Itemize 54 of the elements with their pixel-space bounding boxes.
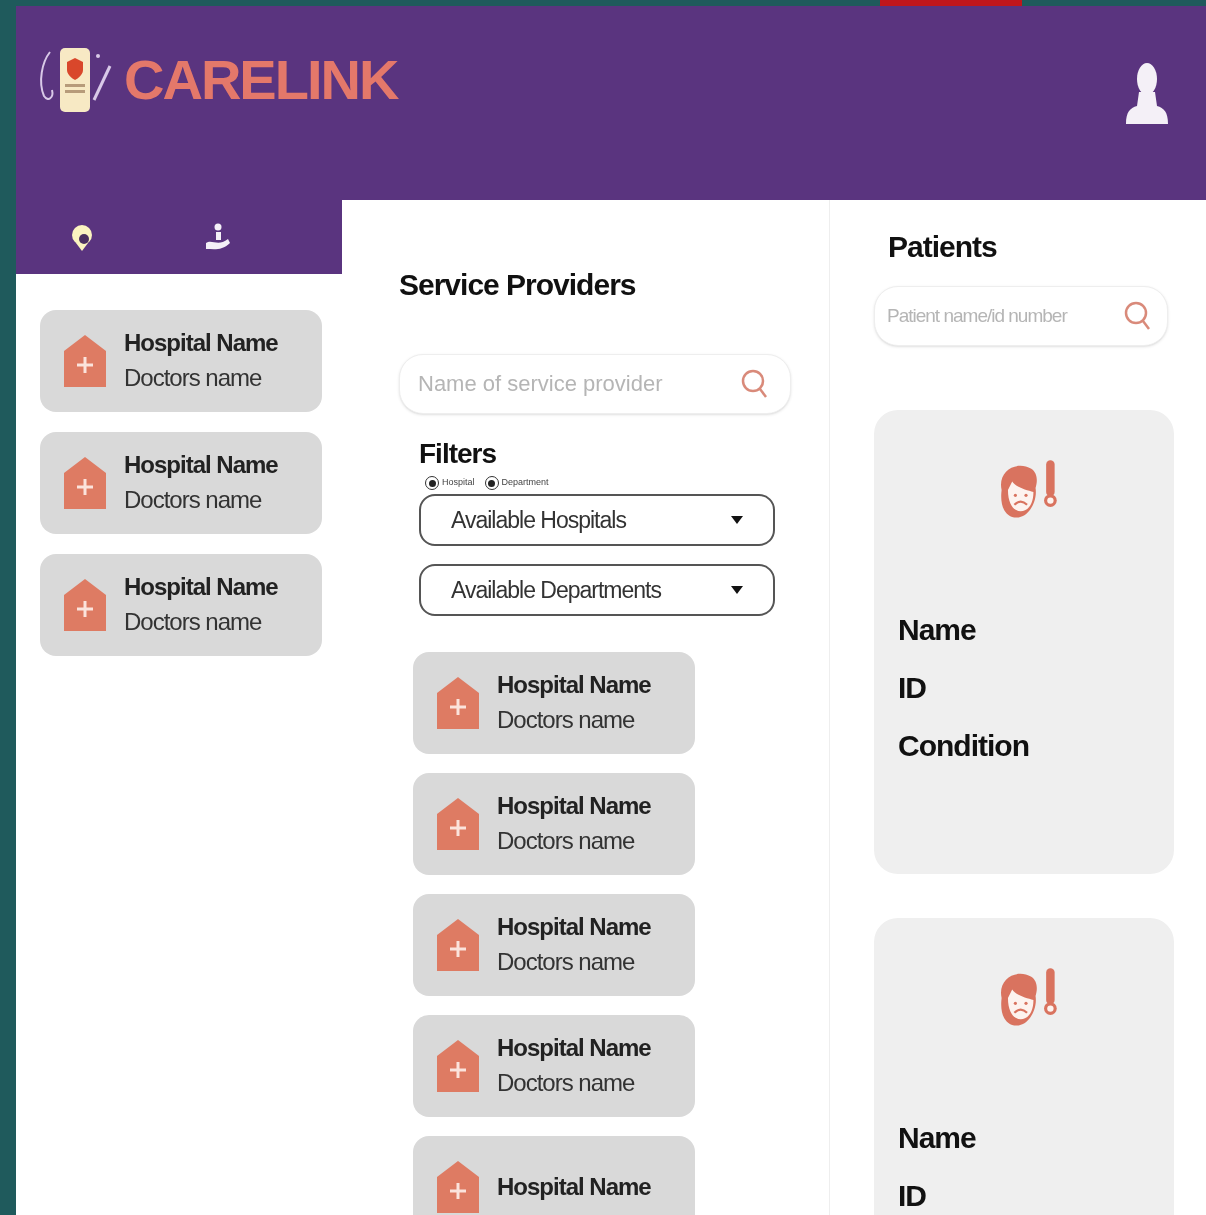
search-field[interactable]: Patient name/id number <box>874 286 1168 346</box>
hospital-icon <box>437 1040 479 1092</box>
brand-name: CARELINK <box>124 52 398 108</box>
hospital-card[interactable]: Hospital Name Doctors name <box>40 432 322 534</box>
hospital-icon <box>64 335 106 387</box>
hospital-name: Hospital Name <box>497 1172 651 1202</box>
hospital-name: Hospital Name <box>497 671 651 700</box>
hospital-card[interactable]: Hospital Name Doctors name <box>413 652 695 754</box>
hospital-name: Hospital Name <box>497 792 651 821</box>
hospital-icon <box>437 919 479 971</box>
search-icon[interactable] <box>741 368 769 400</box>
doctor-name: Doctors name <box>124 608 263 637</box>
hospital-icon <box>437 1161 479 1213</box>
patient-field-label: Name <box>898 612 977 648</box>
dropdown-arrow-icon <box>731 586 743 594</box>
patient-field-label: Condition <box>898 728 1030 764</box>
doctor-name: Doctors name <box>497 1069 636 1098</box>
hospital-card[interactable]: Hospital Name Doctors name <box>413 773 695 875</box>
radio-option[interactable]: Department <box>484 476 549 490</box>
patient-card[interactable]: Name ID <box>874 918 1174 1215</box>
search-field[interactable]: Name of service provider <box>399 354 791 414</box>
hospital-card[interactable]: Hospital Name Doctors name <box>40 310 322 412</box>
hospital-name: Hospital Name <box>124 451 278 480</box>
hospital-icon <box>64 579 106 631</box>
doctor-name: Doctors name <box>497 706 636 735</box>
dropdown[interactable]: Available Hospitals <box>419 494 775 546</box>
hospital-card[interactable]: Hospital Name Doctors name <box>413 894 695 996</box>
filters-title: Filters <box>419 440 498 468</box>
user-icon[interactable] <box>1126 62 1168 124</box>
hospital-name: Hospital Name <box>124 329 278 358</box>
caring-hand-icon <box>204 223 232 251</box>
doctor-name: Doctors name <box>497 827 636 856</box>
doctor-name: Doctors name <box>497 948 636 977</box>
doctor-name: Doctors name <box>124 486 263 515</box>
dropdown-arrow-icon <box>731 516 743 524</box>
hospital-card[interactable]: Hospital Name Doctors name <box>40 554 322 656</box>
hospital-icon <box>437 677 479 729</box>
patient-field-label: Name <box>898 1120 977 1156</box>
radio-option[interactable]: Hospital <box>425 476 475 490</box>
hospital-icon <box>64 457 106 509</box>
hospital-name: Hospital Name <box>497 913 651 942</box>
section-title: Patients <box>888 232 998 262</box>
doctor-name: Doctors name <box>124 364 263 393</box>
search-icon[interactable] <box>1124 300 1152 332</box>
hospital-card[interactable]: Hospital Name Doctors name <box>413 1015 695 1117</box>
hospital-icon <box>437 798 479 850</box>
patient-field-label: ID <box>898 1178 927 1214</box>
hospital-name: Hospital Name <box>497 1034 651 1063</box>
hospital-name: Hospital Name <box>124 573 278 602</box>
patient-card[interactable]: Name ID Condition <box>874 410 1174 874</box>
patient-field-label: ID <box>898 670 927 706</box>
hospital-card[interactable]: Hospital Name <box>413 1136 695 1215</box>
dropdown[interactable]: Available Departments <box>419 564 775 616</box>
section-title: Service Providers <box>399 270 637 300</box>
